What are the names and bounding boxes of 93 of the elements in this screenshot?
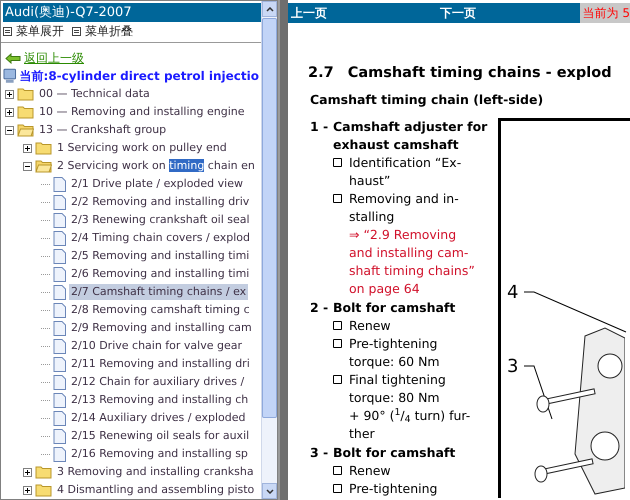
checkbox-bullet-icon <box>333 194 342 202</box>
note-text: Renew <box>349 462 391 480</box>
expand-toggle[interactable] <box>5 90 14 98</box>
document-icon <box>53 374 66 390</box>
folder-icon <box>35 141 52 155</box>
item-title: Camshaft adjuster for exhaust camshaft <box>333 118 488 154</box>
tree-item-label[interactable]: 3 Removing and installing cranksha <box>55 464 256 480</box>
item-number: 2 - <box>310 298 330 316</box>
tree-item-label[interactable]: 2/6 Removing and installing timi <box>69 266 252 282</box>
checkbox-bullet-icon <box>333 320 342 330</box>
document-icon <box>53 356 66 372</box>
list-icon <box>72 26 81 36</box>
callout-number: 4 <box>507 284 518 302</box>
note-text: Pre-tightening <box>349 480 438 498</box>
checkbox-bullet-icon <box>333 484 342 492</box>
item-number: 3 - <box>310 444 330 462</box>
previous-page-link[interactable]: 上一页 <box>291 4 327 22</box>
note-text: Identification “Ex- haust” <box>349 154 462 190</box>
tree-item-label[interactable]: 00 — Technical data <box>37 86 152 102</box>
cross-reference-link[interactable]: ⇒ “2.9 Removing and installing cam- shaft timing chains” on page 64 <box>349 226 475 298</box>
tree-item-label[interactable]: 2 Servicing work on timing chain en <box>55 158 257 174</box>
item-title: Bolt for camshaft <box>333 444 456 462</box>
note-text: Pre-tightening torque: 60 Nm <box>349 334 440 370</box>
back-link[interactable]: 返回上一级 <box>24 49 84 67</box>
document-icon <box>53 320 66 336</box>
tree-item-label[interactable]: 2/5 Removing and installing timi <box>69 248 252 264</box>
document-icon <box>53 194 66 210</box>
section-number: 2.7 <box>308 64 334 83</box>
tree-item-label[interactable]: 10 — Removing and installing engine <box>37 104 247 120</box>
note-text: Renew <box>349 316 391 334</box>
checkbox-bullet-icon <box>333 374 342 384</box>
tree-item-label[interactable]: 1 Servicing work on pulley end <box>55 140 229 156</box>
document-icon <box>53 302 66 318</box>
document-icon <box>53 212 66 228</box>
tree-item-label[interactable]: 2/14 Auxiliary drives / exploded <box>69 410 248 426</box>
expand-toggle[interactable] <box>23 468 32 476</box>
document-icon <box>53 338 66 354</box>
expand-toggle[interactable] <box>23 144 32 152</box>
tree-item-label[interactable]: 2/12 Chain for auxiliary drives / <box>69 374 246 390</box>
tree-item-label[interactable]: 2/13 Removing and installing ch <box>69 392 250 408</box>
folder-icon <box>35 483 52 497</box>
tree-item-label[interactable]: 2/7 Camshaft timing chains / ex <box>69 284 248 300</box>
expand-toggle[interactable] <box>5 108 14 116</box>
computer-icon <box>3 68 17 84</box>
document-icon <box>53 176 66 192</box>
tree-item-label[interactable]: 2/4 Timing chain covers / explod <box>69 230 252 246</box>
left-arrow-icon <box>5 52 21 64</box>
folder-icon <box>17 123 34 137</box>
tree-item-label[interactable]: 2/2 Removing and installing driv <box>69 194 252 210</box>
menu-toggle-button[interactable]: 菜单展开 <box>3 22 64 40</box>
sidebar-title: Audi(奥迪)-Q7-2007 <box>3 3 261 22</box>
folder-icon <box>17 105 34 119</box>
collapse-toggle[interactable] <box>23 162 32 170</box>
tree-item-label[interactable]: 13 — Crankshaft group <box>37 122 168 138</box>
document-icon <box>53 410 66 426</box>
section-heading: Camshaft timing chains - explod <box>348 64 612 83</box>
checkbox-bullet-icon <box>333 158 342 166</box>
tree-item-label[interactable]: 4 Dismantling and assembling pisto <box>55 482 256 498</box>
page-indicator: 当前为 5 <box>580 3 630 23</box>
tree-item-label[interactable]: 2/16 Removing and installing sp <box>69 446 250 462</box>
checkbox-bullet-icon <box>333 338 342 348</box>
item-title: Bolt for camshaft <box>333 298 456 316</box>
checkbox-bullet-icon <box>333 466 342 474</box>
list-icon <box>3 26 12 36</box>
tree-item-label[interactable]: 2/15 Renewing oil seals for auxil <box>69 428 252 444</box>
folder-icon <box>35 159 52 173</box>
tree-item-label[interactable]: 2/11 Removing and installing dri <box>69 356 252 372</box>
current-location: 当前:8-cylinder direct petrol injectio <box>20 68 259 85</box>
tree-item-label[interactable]: 2/10 Drive chain for valve gear <box>69 338 244 354</box>
document-icon <box>53 230 66 246</box>
tree-item-label[interactable]: 2/3 Renewing crankshaft oil seal <box>69 212 252 228</box>
tree-item-label[interactable]: 2/1 Drive plate / exploded view <box>69 176 245 192</box>
collapse-toggle[interactable] <box>5 126 14 134</box>
folder-icon <box>35 465 52 479</box>
item-number: 1 - <box>310 118 330 136</box>
leader-line <box>523 364 553 420</box>
next-page-link[interactable]: 下一页 <box>440 4 476 22</box>
subheading: Camshaft timing chain (left-side) <box>309 90 544 109</box>
document-icon <box>53 284 66 300</box>
tree-item-label[interactable]: 2/8 Removing camshaft timing c <box>69 302 252 318</box>
document-icon <box>53 446 66 462</box>
menu-toggle-button[interactable]: 菜单折叠 <box>72 22 133 40</box>
expand-toggle[interactable] <box>23 486 32 494</box>
document-icon <box>53 248 66 264</box>
scrollbar[interactable] <box>261 1 277 499</box>
document-icon <box>53 428 66 444</box>
tree-item-label[interactable]: 2/9 Removing and installing cam <box>69 320 254 336</box>
callout-number: 3 <box>507 358 518 376</box>
note-text: Final tightening torque: 80 Nm + 90° ($^{1}$/$_{4}$ turn) fur- ther <box>349 370 470 442</box>
folder-icon <box>17 87 34 101</box>
document-icon <box>53 392 66 408</box>
note-text: Removing and in- stalling <box>349 190 460 226</box>
document-icon <box>53 266 66 282</box>
